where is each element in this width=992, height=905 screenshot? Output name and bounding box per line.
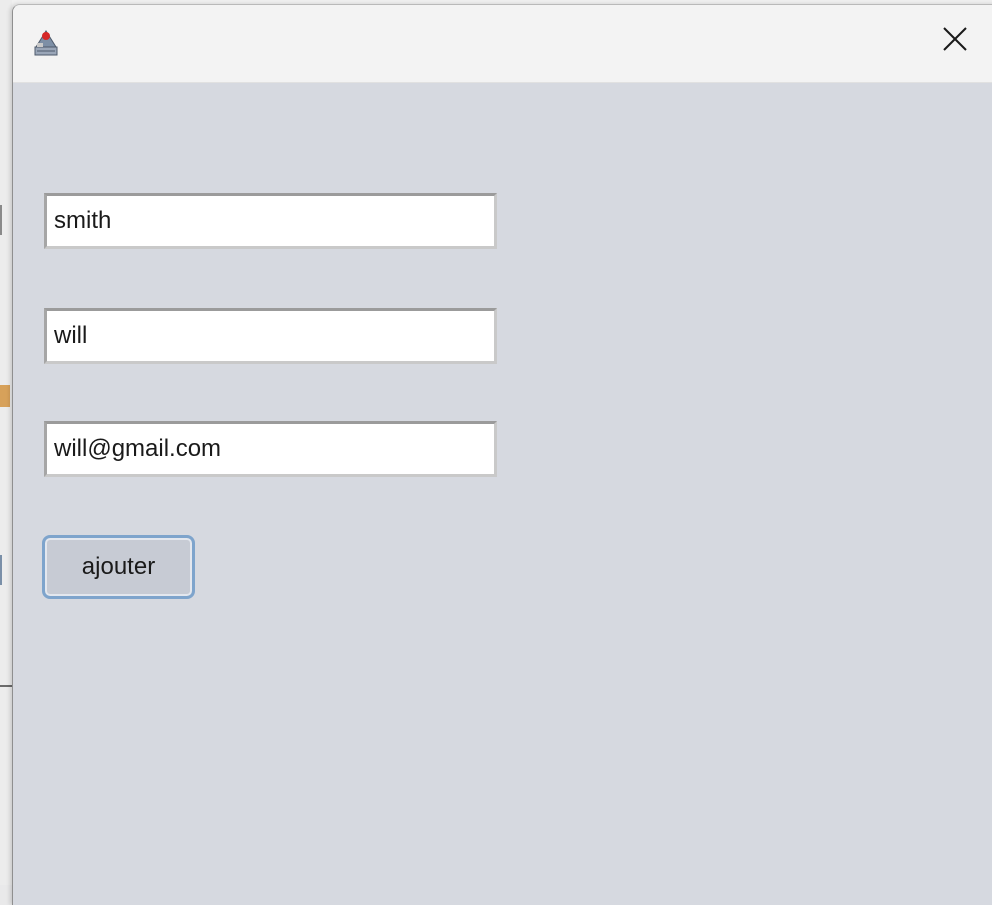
background-window-mark (0, 555, 10, 585)
email-field[interactable] (44, 421, 497, 477)
prenom-field[interactable] (44, 308, 497, 364)
close-button[interactable] (937, 23, 973, 59)
background-window-mark (0, 685, 12, 717)
form-window: ajouter (12, 4, 992, 905)
form-panel: ajouter (13, 83, 992, 903)
close-icon (942, 26, 968, 57)
java-app-icon (33, 25, 59, 57)
background-window-edge (0, 0, 12, 885)
ajouter-button[interactable]: ajouter (42, 535, 195, 599)
nom-field[interactable] (44, 193, 497, 249)
background-window-mark (0, 205, 10, 235)
background-window-mark (0, 385, 10, 407)
window-titlebar[interactable] (13, 5, 992, 83)
